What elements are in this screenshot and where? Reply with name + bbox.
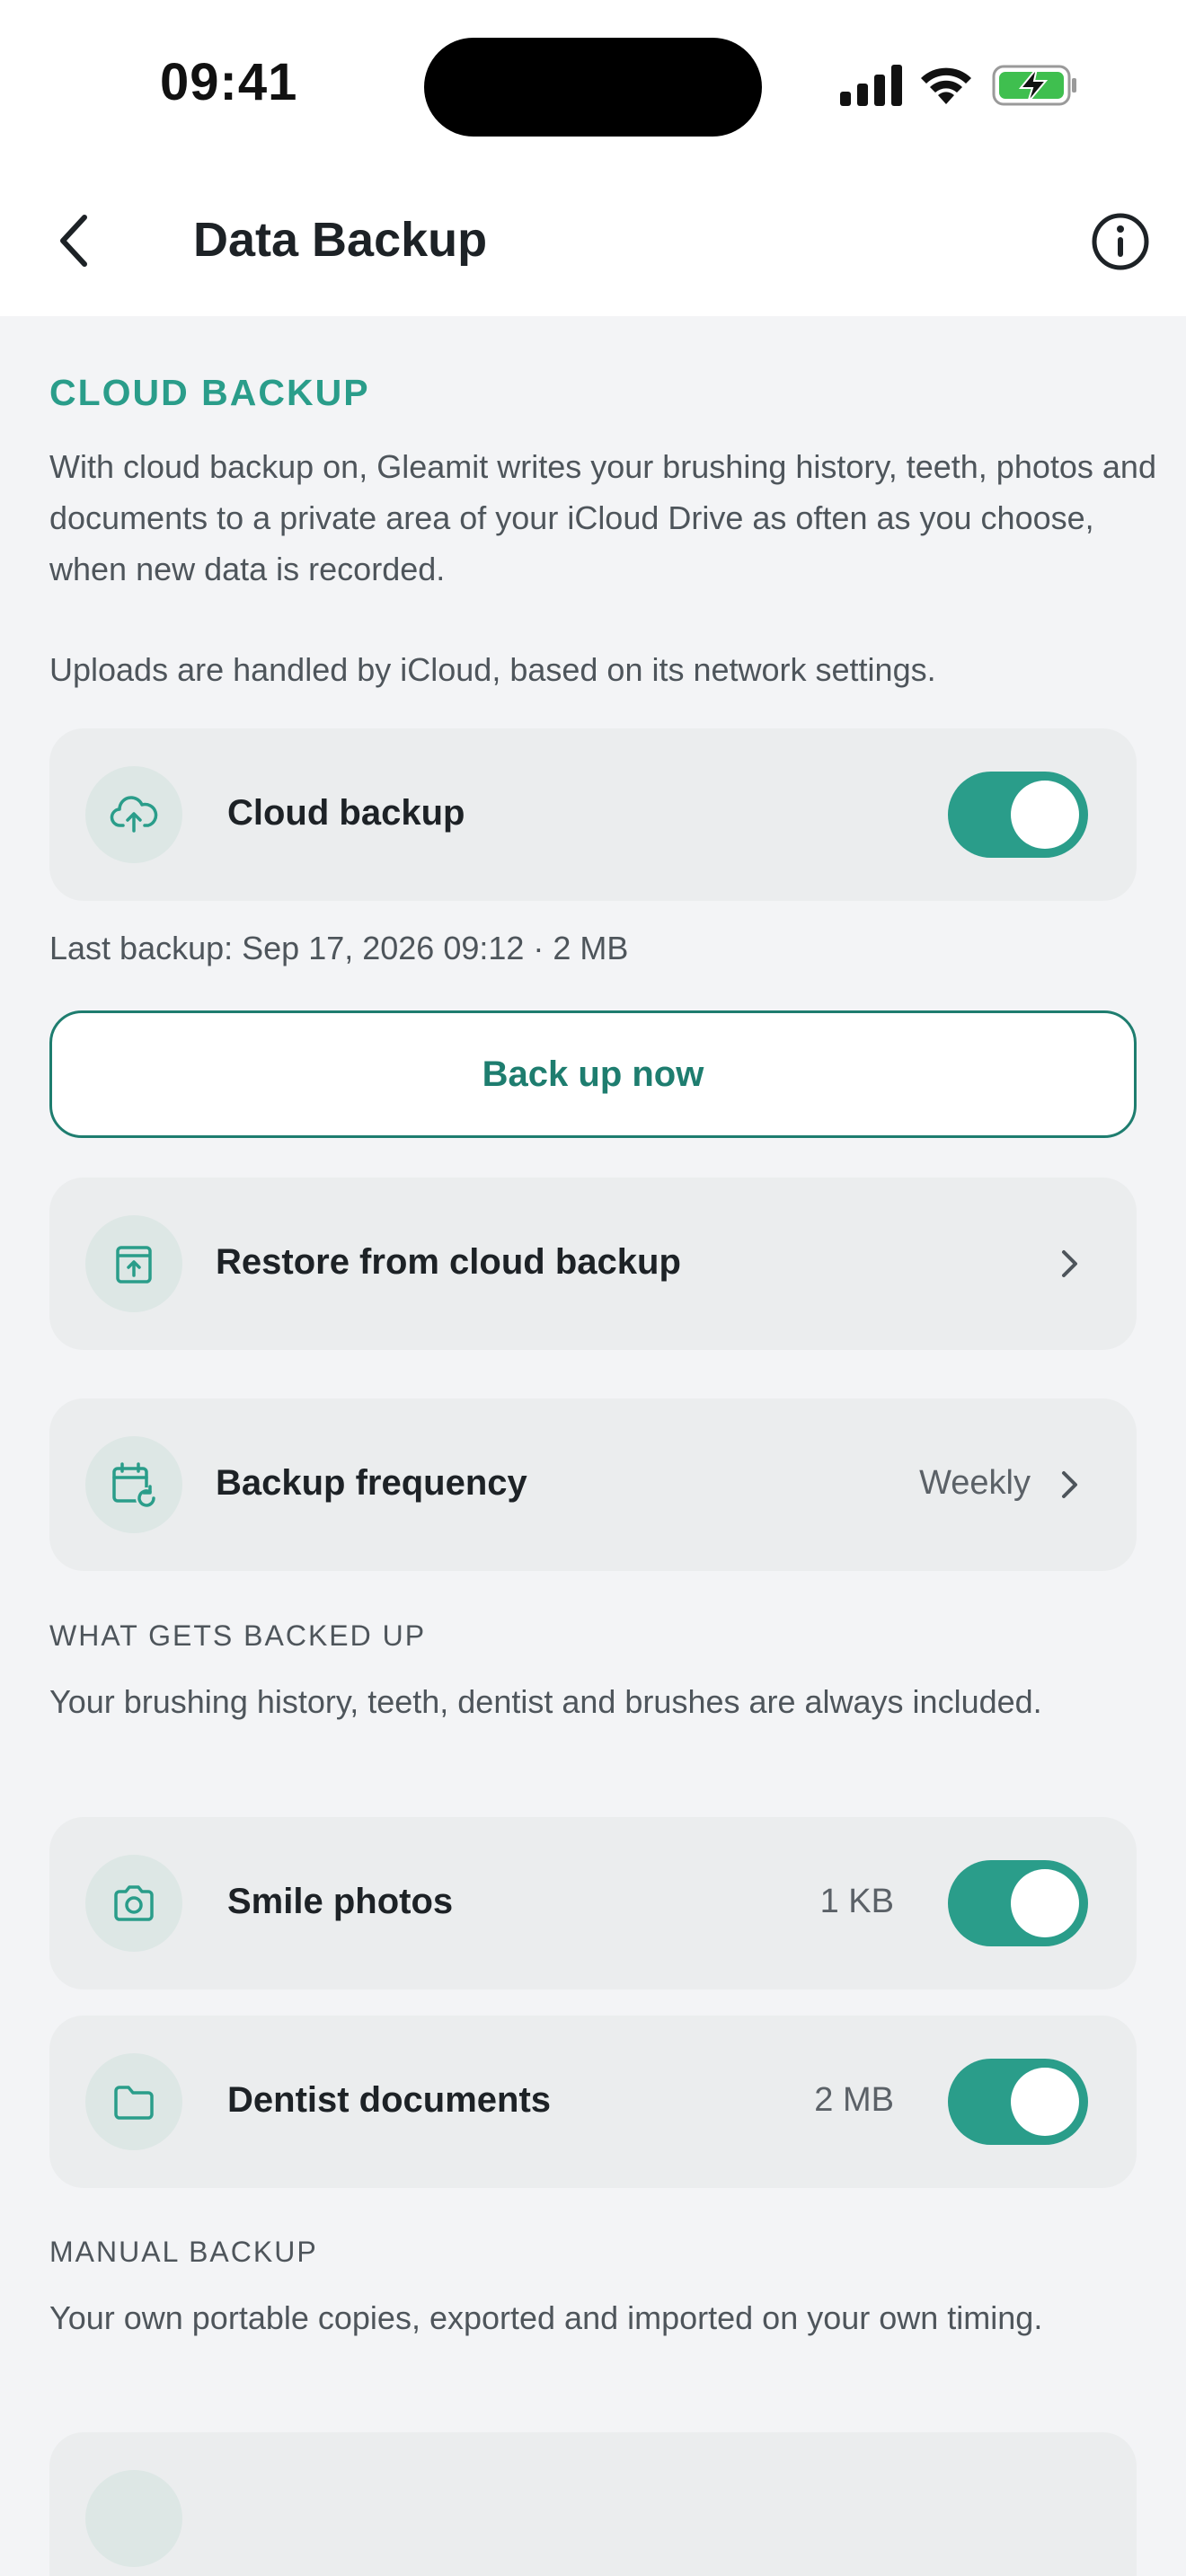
folder-icon	[85, 2053, 182, 2150]
toggle-knob	[1011, 781, 1079, 849]
restore-label: Restore from cloud backup	[216, 1242, 681, 1282]
cloud-backup-toggle-row: Cloud backup	[49, 728, 1137, 901]
smile-photos-toggle[interactable]	[948, 1860, 1088, 1946]
restore-row[interactable]: Restore from cloud backup	[49, 1178, 1137, 1350]
smile-photos-row: Smile photos 1 KB	[49, 1817, 1137, 1989]
what-gets-backed-up-header: WHAT GETS BACKED UP	[49, 1619, 427, 1652]
cellular-signal-icon	[840, 65, 902, 106]
manual-backup-row[interactable]	[49, 2432, 1137, 2576]
dentist-documents-row: Dentist documents 2 MB	[49, 2016, 1137, 2188]
camera-icon	[85, 1855, 182, 1952]
navigation-bar	[0, 171, 1186, 316]
last-backup-info: Last backup: Sep 17, 2026 09:12 · 2 MB	[49, 930, 629, 966]
chevron-right-icon	[1062, 1250, 1077, 1277]
backup-frequency-label: Backup frequency	[216, 1463, 527, 1503]
cloud-backup-label: Cloud backup	[227, 793, 465, 833]
info-icon[interactable]	[1091, 212, 1150, 271]
toggle-knob	[1011, 1869, 1079, 1937]
chevron-left-icon	[60, 215, 87, 267]
manual-backup-icon	[85, 2470, 182, 2567]
dentist-documents-size: 2 MB	[814, 2081, 894, 2119]
back-button[interactable]	[47, 205, 101, 277]
smile-photos-label: Smile photos	[227, 1882, 454, 1921]
cloud-upload-icon	[85, 766, 182, 863]
page-title: Data Backup	[193, 213, 488, 267]
wifi-icon	[921, 67, 971, 104]
smile-photos-size: 1 KB	[819, 1883, 894, 1920]
dentist-documents-toggle[interactable]	[948, 2059, 1088, 2145]
chevron-right-icon	[1062, 1471, 1077, 1498]
toggle-knob	[1011, 2068, 1079, 2136]
dentist-documents-label: Dentist documents	[227, 2080, 552, 2120]
backup-frequency-value: Weekly	[919, 1464, 1031, 1502]
backup-frequency-row[interactable]: Backup frequency Weekly	[49, 1398, 1137, 1571]
network-note: Uploads are handled by iCloud, based on …	[49, 651, 936, 688]
restore-archive-icon	[85, 1215, 182, 1312]
battery-charging-icon	[992, 65, 1076, 106]
manual-backup-description: Your own portable copies, exported and i…	[49, 2299, 1043, 2336]
status-bar: 09:41	[0, 0, 1186, 171]
cloud-backup-section-title: CLOUD BACKUP	[49, 372, 370, 413]
manual-backup-header: MANUAL BACKUP	[49, 2236, 318, 2268]
status-time: 09:41	[160, 53, 298, 111]
back-up-now-button[interactable]: Back up now	[49, 1010, 1137, 1138]
cloud-backup-toggle[interactable]	[948, 772, 1088, 858]
what-gets-backed-up-description: Your brushing history, teeth, dentist an…	[49, 1683, 1042, 1720]
cloud-backup-description: With cloud backup on, Gleamit writes you…	[49, 448, 1156, 587]
dynamic-island	[424, 38, 762, 137]
calendar-refresh-icon	[85, 1436, 182, 1533]
